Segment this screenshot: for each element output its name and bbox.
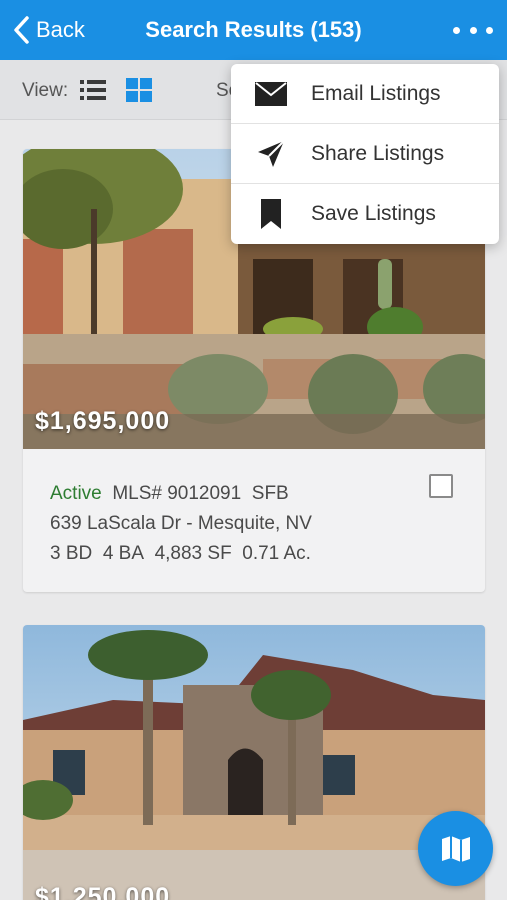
listing-acres: 0.71 Ac.: [242, 543, 311, 564]
menu-item-label: Share Listings: [311, 141, 445, 165]
listing-card[interactable]: $1,250,000: [23, 625, 485, 900]
listing-baths: 4 BA: [102, 543, 145, 564]
listing-price: $1,250,000: [35, 883, 171, 900]
menu-item-save-listings[interactable]: Save Listings: [231, 184, 499, 244]
listing-info: Active MLS# 9012091 SFB 639 LaScala Dr -…: [50, 479, 465, 569]
listing-type: SFB: [251, 483, 289, 504]
menu-item-share-listings[interactable]: Share Listings: [231, 124, 499, 184]
listing-select-checkbox[interactable]: [429, 474, 453, 498]
actions-menu: Email Listings Share Listings Save Listi…: [231, 64, 499, 244]
menu-item-label: Save Listings: [311, 202, 436, 225]
grid-view-icon[interactable]: [126, 78, 152, 102]
send-icon: [255, 139, 287, 169]
listing-sqft: 4,883 SF: [154, 543, 232, 564]
map-icon: [441, 835, 470, 862]
listing-address: 639 LaScala Dr - Mesquite, NV: [50, 513, 312, 534]
listing-status: Active: [50, 483, 102, 504]
map-button[interactable]: [418, 811, 493, 886]
listing-price: $1,695,000: [35, 407, 171, 435]
list-view-icon[interactable]: [80, 79, 106, 101]
menu-item-email-listings[interactable]: Email Listings: [231, 64, 499, 124]
navbar: Back Search Results (153): [0, 0, 507, 60]
envelope-icon: [255, 79, 287, 109]
page-title: Search Results (153): [145, 17, 362, 42]
listing-mls: MLS# 9012091: [112, 483, 242, 504]
more-dots-icon[interactable]: [453, 18, 493, 42]
bookmark-icon: [255, 199, 287, 229]
menu-item-label: Email Listings: [311, 81, 441, 105]
view-label: View:: [22, 80, 69, 101]
listing-photo: [23, 625, 485, 900]
listing-beds: 3 BD: [50, 543, 93, 564]
